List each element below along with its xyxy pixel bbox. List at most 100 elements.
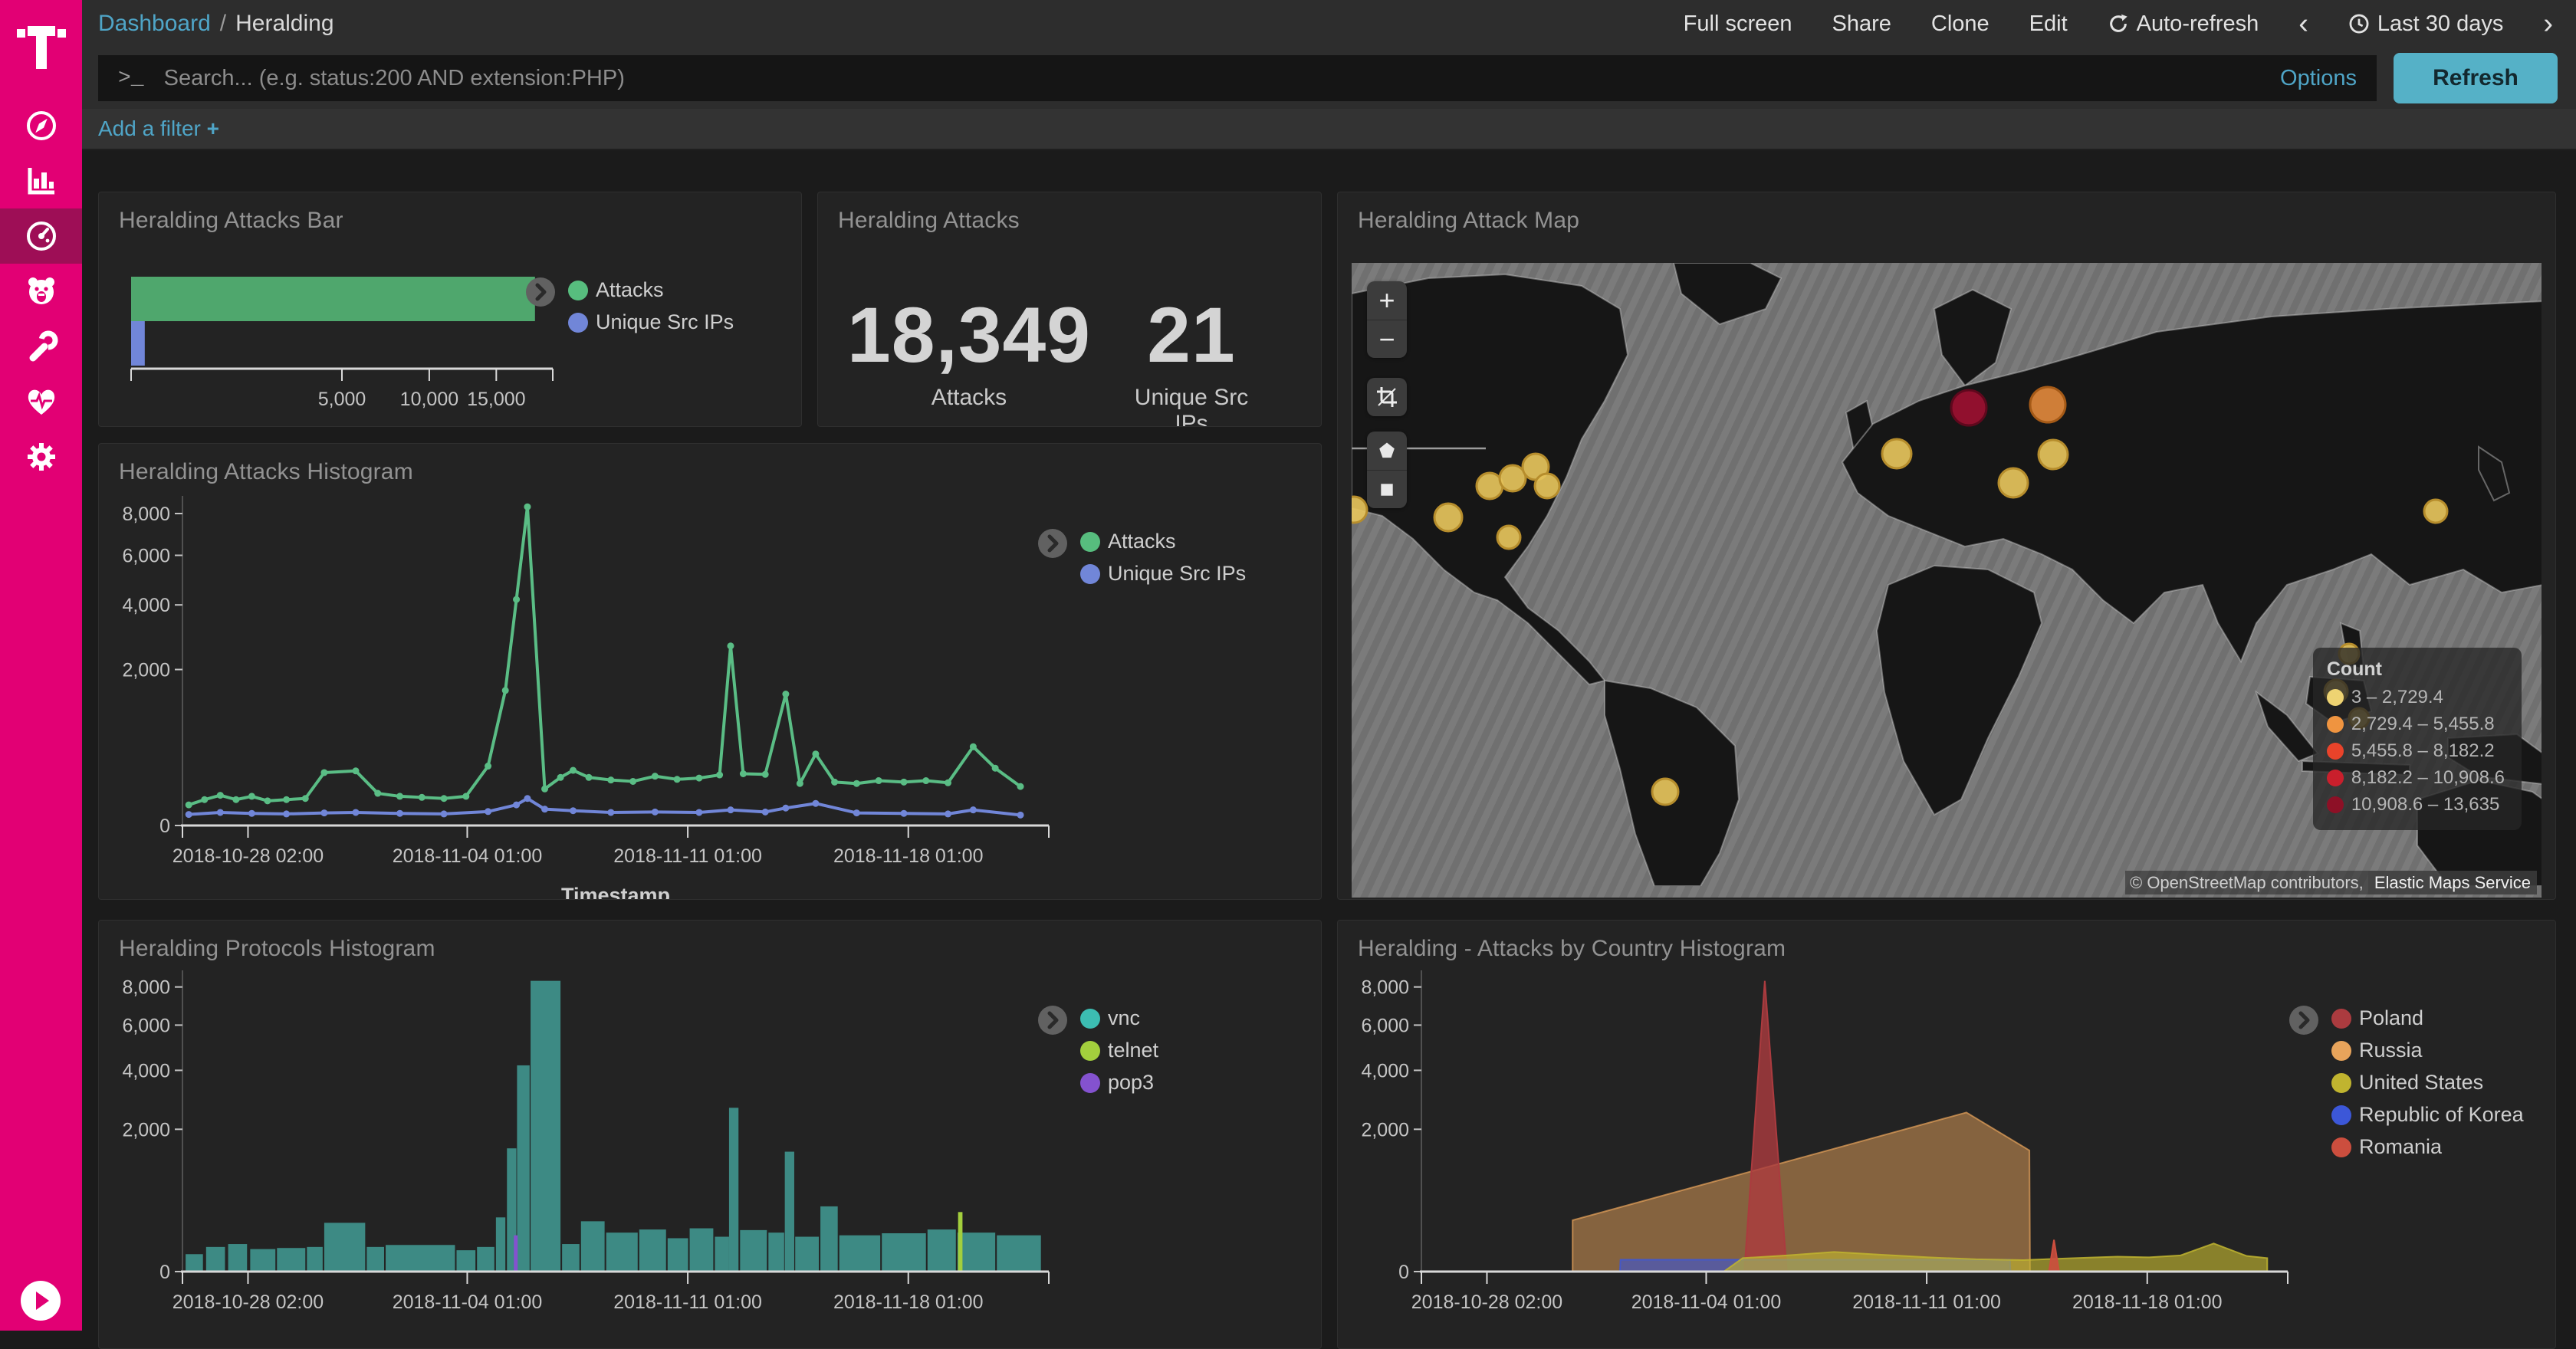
country-histogram-chart: 02,0004,0006,0008,0002018-10-28 02:00201…: [1349, 957, 2307, 1330]
svg-text:0: 0: [159, 1262, 170, 1283]
zoom-out-button[interactable]: −: [1367, 320, 1407, 358]
draw-polygon-icon[interactable]: [1367, 432, 1407, 470]
osm-attribution[interactable]: © OpenStreetMap contributors,: [2125, 871, 2368, 894]
panel-attacks-histogram: Heralding Attacks Histogram 02,0004,0006…: [98, 443, 1322, 900]
query-bar: >_ Options Refresh: [82, 48, 2576, 109]
panel-title: Heralding Attack Map: [1358, 208, 2555, 234]
svg-text:6,000: 6,000: [1361, 1015, 1409, 1036]
clone-button[interactable]: Clone: [1931, 11, 1990, 37]
share-button[interactable]: Share: [1832, 11, 1891, 37]
legend-toggle-chevron-icon[interactable]: [1037, 1005, 1068, 1036]
breadcrumb-current: Heralding: [235, 11, 334, 36]
legend-item-Romania[interactable]: Romania: [2331, 1135, 2524, 1159]
sidebar: [0, 0, 82, 1331]
svg-text:6,000: 6,000: [122, 1015, 170, 1036]
legend-dot: [568, 313, 588, 333]
attack-location-dot: [1434, 504, 1462, 531]
map-count-legend: Count 3 – 2,729.42,729.4 – 5,455.85,455.…: [2313, 648, 2522, 830]
legend-toggle-chevron-icon[interactable]: [1037, 528, 1068, 559]
chart-legend: vnc telnet pop3: [1080, 1006, 1158, 1103]
svg-text:2,000: 2,000: [1361, 1119, 1409, 1141]
attack-location-dot: [1882, 439, 1911, 468]
time-forward-button[interactable]: ›: [2543, 9, 2553, 38]
bar-vnc: [324, 1223, 365, 1272]
zoom-in-button[interactable]: +: [1367, 281, 1407, 320]
legend-item-Attacks[interactable]: Attacks: [568, 278, 734, 302]
svg-text:2018-11-04 01:00: 2018-11-04 01:00: [393, 1292, 543, 1313]
legend-item-telnet[interactable]: telnet: [1080, 1039, 1158, 1062]
ems-attribution[interactable]: Elastic Maps Service: [2368, 871, 2537, 894]
sidebar-item-dashboard[interactable]: [0, 208, 82, 264]
legend-item-vnc[interactable]: vnc: [1080, 1006, 1158, 1030]
add-filter-link[interactable]: Add a filter +: [98, 117, 219, 141]
time-back-button[interactable]: ‹: [2298, 9, 2308, 38]
sidebar-item-visualize[interactable]: [0, 153, 82, 208]
legend-item-Poland[interactable]: Poland: [2331, 1006, 2524, 1030]
crop-icon[interactable]: [1367, 378, 1407, 416]
svg-text:15,000: 15,000: [467, 389, 525, 410]
panel-title: Heralding Attacks Bar: [119, 208, 801, 234]
svg-text:2018-11-11 01:00: 2018-11-11 01:00: [613, 845, 762, 867]
fullscreen-button[interactable]: Full screen: [1684, 11, 1792, 37]
map-legend-dot: [2327, 743, 2344, 760]
legend-item-pop3[interactable]: pop3: [1080, 1071, 1158, 1095]
svg-text:4,000: 4,000: [122, 1060, 170, 1081]
auto-refresh-button[interactable]: Auto-refresh: [2108, 11, 2259, 37]
svg-text:6,000: 6,000: [122, 546, 170, 567]
bar-vnc: [840, 1236, 880, 1272]
sidebar-item-monitoring[interactable]: [0, 374, 82, 429]
map-legend-item: 8,182.2 – 10,908.6: [2327, 767, 2505, 789]
map-legend-item: 5,455.8 – 8,182.2: [2327, 740, 2505, 762]
bar-vnc: [456, 1250, 475, 1272]
svg-text:2018-11-18 01:00: 2018-11-18 01:00: [833, 1292, 984, 1313]
legend-item-Unique Src IPs[interactable]: Unique Src IPs: [1080, 562, 1246, 586]
edit-button[interactable]: Edit: [2029, 11, 2068, 37]
map-legend-dot: [2327, 716, 2344, 733]
draw-rectangle-icon[interactable]: [1367, 470, 1407, 508]
legend-item-United States[interactable]: United States: [2331, 1071, 2524, 1095]
bar-vnc: [250, 1249, 275, 1272]
svg-text:2,000: 2,000: [122, 1119, 170, 1141]
refresh-button[interactable]: Refresh: [2394, 53, 2558, 103]
attack-location-dot: [2424, 500, 2447, 523]
bar-vnc: [795, 1237, 819, 1272]
sidebar-item-tpot[interactable]: [0, 264, 82, 319]
bar-vnc: [496, 1217, 505, 1272]
legend-toggle-chevron-icon[interactable]: [525, 277, 556, 307]
area-Russia: [1572, 1112, 2030, 1272]
sidebar-item-devtools[interactable]: [0, 319, 82, 374]
svg-text:2018-10-28 02:00: 2018-10-28 02:00: [172, 845, 324, 867]
svg-text:0: 0: [1398, 1262, 1409, 1283]
svg-text:2018-11-11 01:00: 2018-11-11 01:00: [613, 1292, 762, 1313]
map-legend-dot: [2327, 770, 2344, 786]
options-link[interactable]: Options: [2280, 66, 2357, 91]
terminal-prompt-icon: >_: [118, 67, 144, 90]
protocols-histogram-chart: 02,0004,0006,0008,0002018-10-28 02:00201…: [110, 957, 1068, 1330]
breadcrumb-dashboard-link[interactable]: Dashboard: [98, 11, 211, 36]
panel-country-histogram: Heralding - Attacks by Country Histogram…: [1337, 920, 2556, 1349]
legend-dot: [1080, 564, 1100, 584]
heartbeat-icon: [24, 384, 59, 419]
legend-item-Republic of Korea[interactable]: Republic of Korea: [2331, 1103, 2524, 1127]
top-menu: Full screen Share Clone Edit Auto-refres…: [1684, 9, 2553, 38]
legend-item-Attacks[interactable]: Attacks: [1080, 530, 1246, 553]
legend-toggle-chevron-icon[interactable]: [2288, 1005, 2319, 1036]
sidebar-item-management[interactable]: [0, 429, 82, 484]
legend-item-Russia[interactable]: Russia: [2331, 1039, 2524, 1062]
time-range-button[interactable]: Last 30 days: [2348, 11, 2503, 37]
legend-dot: [1080, 1073, 1100, 1093]
top-navbar: Dashboard/Heralding Full screen Share Cl…: [82, 0, 2576, 48]
sidebar-item-discover[interactable]: [0, 98, 82, 153]
svg-text:2018-10-28 02:00: 2018-10-28 02:00: [1411, 1292, 1562, 1313]
telekom-logo[interactable]: [0, 0, 82, 78]
search-input[interactable]: [163, 65, 2265, 92]
plus-icon: +: [207, 117, 219, 140]
svg-text:2018-11-11 01:00: 2018-11-11 01:00: [1852, 1292, 2001, 1313]
map-legend-dot: [2327, 796, 2344, 813]
world-map[interactable]: + −: [1352, 263, 2542, 898]
metric-value: 21: [1127, 290, 1257, 380]
refresh-icon: [2108, 13, 2129, 34]
sidebar-expand-button[interactable]: [20, 1280, 61, 1321]
legend-item-Unique Src IPs[interactable]: Unique Src IPs: [568, 310, 734, 334]
gauge-icon: [24, 218, 59, 254]
